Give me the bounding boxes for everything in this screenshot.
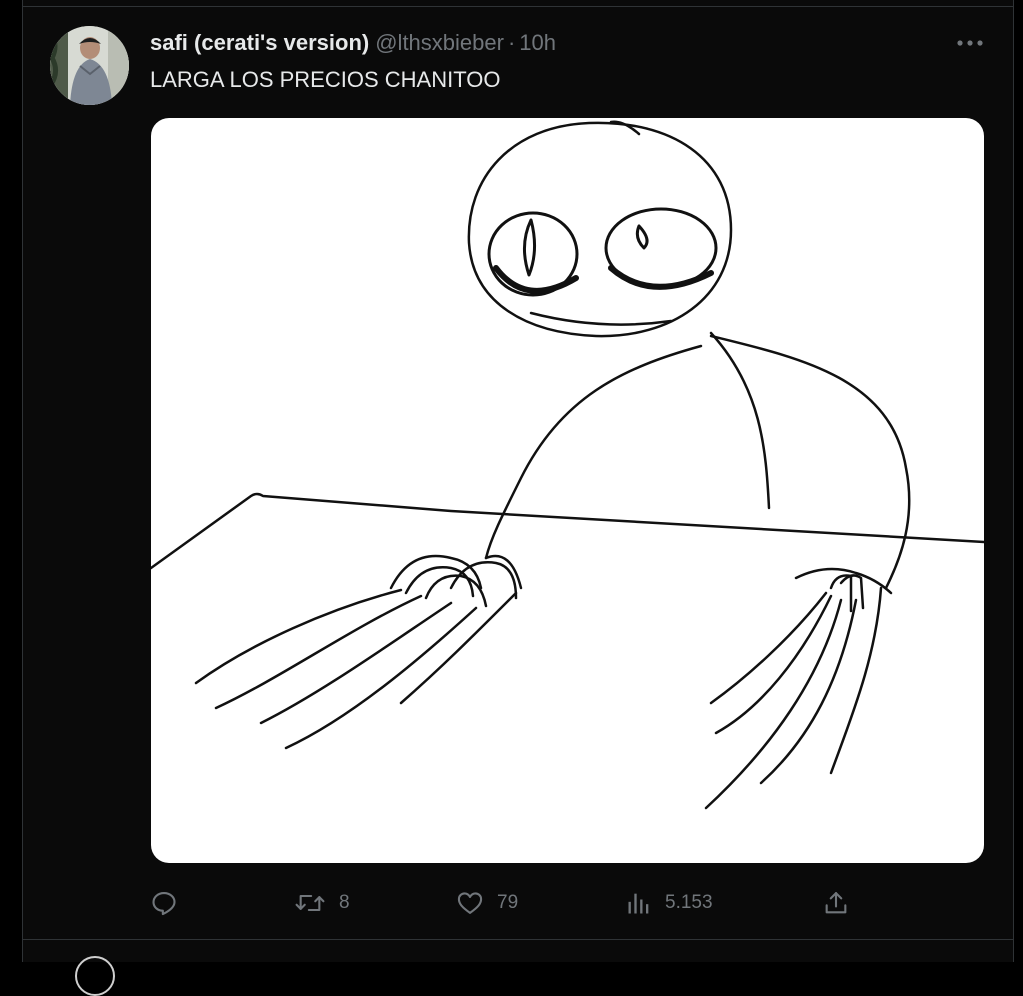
more-button[interactable] xyxy=(955,28,985,58)
display-name[interactable]: safi (cerati's version) xyxy=(150,30,369,55)
retweet-button[interactable]: 8 xyxy=(293,886,350,920)
divider-bottom xyxy=(23,939,1013,940)
views-count: 5.153 xyxy=(665,892,713,913)
tweet-image[interactable] xyxy=(151,118,984,863)
avatar-photo xyxy=(50,26,129,105)
divider-top xyxy=(23,6,1013,7)
tweet-text: LARGA LOS PRECIOS CHANITOO xyxy=(150,67,501,92)
retweet-count: 8 xyxy=(339,892,350,913)
share-button[interactable] xyxy=(822,886,850,920)
views-icon xyxy=(628,893,649,914)
next-tweet-avatar[interactable] xyxy=(75,956,115,996)
like-count: 79 xyxy=(497,892,519,913)
more-icon xyxy=(957,40,983,46)
avatar[interactable] xyxy=(50,26,129,105)
heart-icon xyxy=(457,892,483,914)
views-button[interactable]: 5.153 xyxy=(625,886,713,920)
stick-figure-drawing xyxy=(151,120,984,810)
reply-button[interactable] xyxy=(150,886,178,920)
share-icon xyxy=(825,892,847,914)
like-button[interactable]: 79 xyxy=(455,886,518,920)
timestamp[interactable]: 10h xyxy=(519,30,556,55)
separator-dot: · xyxy=(507,30,516,55)
tweet-header: safi (cerati's version) @lthsxbieber · 10h xyxy=(150,29,556,57)
timeline-column: safi (cerati's version) @lthsxbieber · 10h … xyxy=(22,0,1014,996)
user-handle[interactable]: @lthsxbieber xyxy=(375,30,504,55)
retweet-icon xyxy=(295,894,325,912)
reply-icon xyxy=(152,892,176,916)
